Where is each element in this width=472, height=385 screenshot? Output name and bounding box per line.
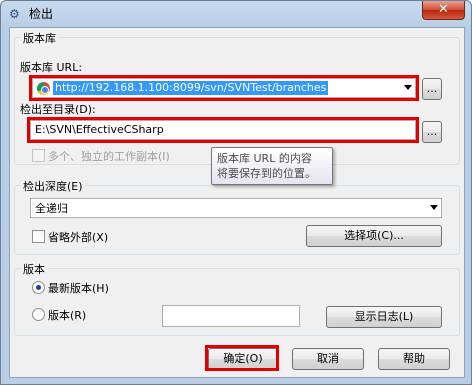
show-log-button[interactable]: 显示日志(L)	[326, 306, 442, 328]
depth-selected-value: 全递归	[35, 202, 68, 215]
specific-revision-label: 版本(R)	[48, 309, 87, 322]
cancel-button[interactable]: 取消	[292, 348, 364, 370]
url-combobox[interactable]: http://192.168.1.100:8099/svn/SVNTest/br…	[32, 78, 416, 98]
close-icon: ✕	[438, 2, 449, 17]
omit-externals-label: 省略外部(X)	[48, 231, 109, 244]
url-browse-button[interactable]: ...	[422, 78, 442, 100]
depth-group-label: 检出深度(E)	[21, 178, 85, 194]
ok-button[interactable]: 确定(O)	[208, 348, 278, 370]
revision-input[interactable]	[162, 305, 300, 327]
specific-revision-radio[interactable]	[32, 308, 45, 321]
chevron-down-icon[interactable]	[404, 85, 412, 90]
browser-icon	[37, 82, 50, 95]
revision-group-label: 版本	[21, 261, 47, 277]
head-revision-radio[interactable]	[32, 281, 45, 294]
chevron-down-icon[interactable]	[430, 205, 438, 210]
checkout-dir-input[interactable]: E:\SVN\EffectiveCSharp	[30, 120, 416, 140]
repository-group: 版本库	[14, 30, 460, 165]
checkout-dir-browse-button[interactable]: ...	[422, 121, 442, 143]
help-button[interactable]: 帮助	[378, 348, 450, 370]
repository-group-label: 版本库	[21, 30, 58, 46]
checkout-dir-label: 检出至目录(D):	[20, 103, 96, 116]
tooltip-line-2: 将要保存到的位置。	[217, 167, 316, 180]
omit-externals-checkbox[interactable]	[32, 230, 45, 243]
url-label: 版本库 URL:	[20, 61, 83, 74]
tooltip-line-1: 版本库 URL 的内容	[217, 152, 312, 165]
depth-combobox[interactable]: 全递归	[30, 198, 442, 218]
tooltip: 版本库 URL 的内容 将要保存到的位置。	[211, 147, 333, 185]
title-bar[interactable]: ⚙ 检出 ✕	[1, 1, 471, 27]
head-revision-label: 最新版本(H)	[48, 282, 109, 295]
checkout-dialog: ⚙ 检出 ✕ 版本库 版本库 URL: http://192.168.1.100…	[0, 0, 472, 385]
url-value: http://192.168.1.100:8099/svn/SVNTest/br…	[53, 81, 329, 95]
dialog-body: 版本库 版本库 URL: http://192.168.1.100:8099/s…	[9, 27, 465, 378]
svn-checkout-icon: ⚙	[9, 7, 20, 21]
window-title: 检出	[29, 7, 54, 21]
multiple-working-copies-label: 多个、独立的工作副本(I)	[48, 150, 170, 163]
options-button[interactable]: 选择项(C)...	[306, 225, 442, 247]
multiple-working-copies-checkbox[interactable]	[32, 149, 45, 162]
close-button[interactable]: ✕	[422, 1, 465, 20]
